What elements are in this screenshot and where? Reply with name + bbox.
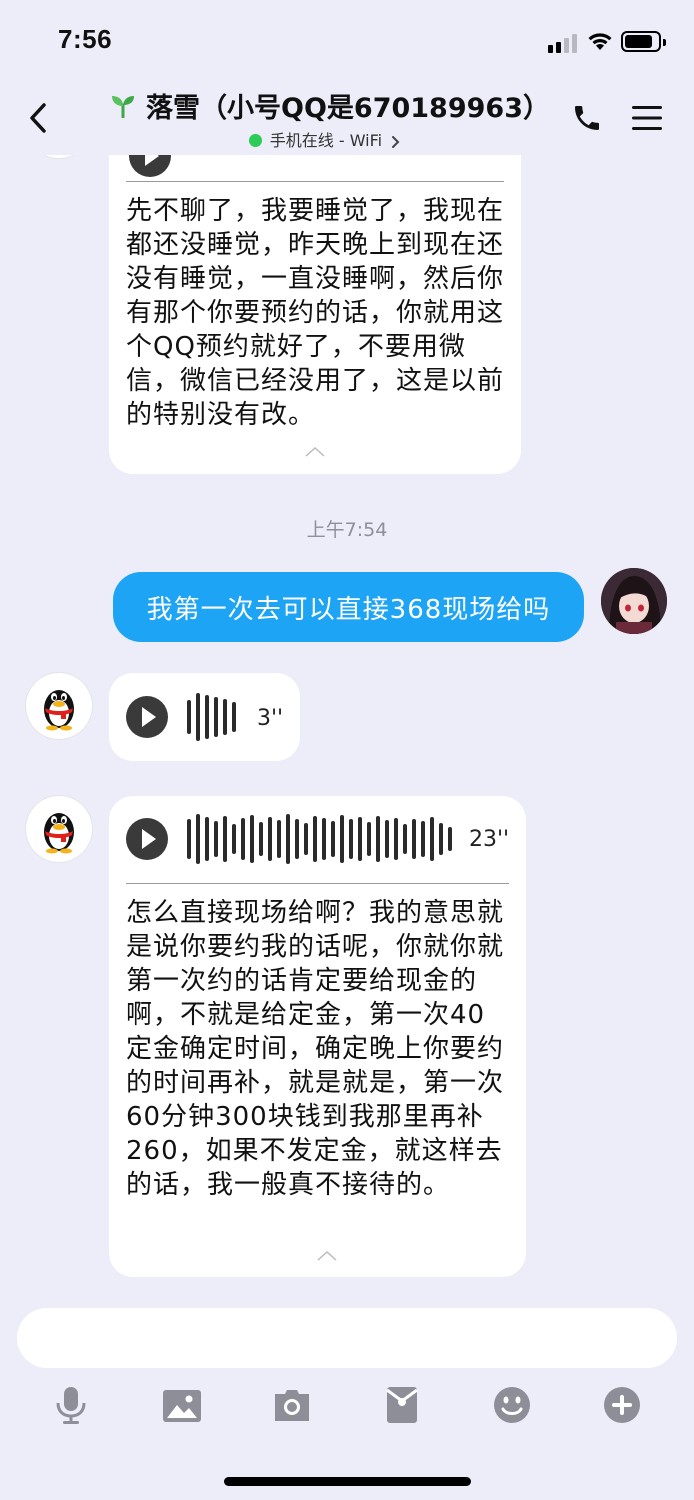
message-input[interactable] [17, 1308, 677, 1368]
chat-header: 落雪（小号QQ是670189963） 手机在线 - WiFi [0, 80, 694, 155]
voice-waveform [187, 693, 241, 741]
wifi-icon [586, 30, 614, 56]
message-timestamp: 上午7:54 [306, 519, 388, 541]
outgoing-message-bubble[interactable]: 我第一次去可以直接368现场给吗 [113, 572, 584, 642]
transcript-divider [126, 883, 509, 884]
microphone-icon[interactable] [52, 1385, 92, 1425]
contact-avatar[interactable] [26, 796, 92, 862]
contact-avatar[interactable] [26, 673, 92, 739]
sprout-icon [110, 94, 136, 125]
transcript-divider [126, 181, 504, 182]
signal-icon [548, 33, 578, 53]
voice-transcript: 先不聊了，我要睡觉了，我现在都还没睡觉，昨天晚上到现在还没有睡觉，一直没睡啊，然… [126, 196, 505, 430]
collapse-chevron-icon[interactable] [316, 1250, 338, 1262]
voice-message-bubble[interactable]: 3'' [109, 673, 300, 761]
play-icon[interactable] [126, 696, 168, 738]
menu-icon [632, 106, 662, 130]
battery-icon [621, 31, 666, 52]
qq-penguin-icon [44, 690, 74, 731]
collapse-chevron-icon[interactable] [304, 446, 326, 458]
back-button[interactable] [24, 100, 54, 136]
contact-name: 落雪（小号QQ是670189963） [146, 93, 550, 124]
outgoing-message-text: 我第一次去可以直接368现场给吗 [146, 594, 551, 625]
home-indicator[interactable] [224, 1477, 471, 1486]
phone-call-button[interactable] [571, 102, 603, 138]
play-icon[interactable] [126, 818, 168, 860]
plus-icon[interactable] [602, 1385, 642, 1425]
voice-waveform [187, 814, 457, 864]
voice-transcript: 怎么直接现场给啊？我的意思就是说你要约我的话呢，你就你就第一次约的话肯定要给现金… [126, 898, 505, 1200]
voice-duration: 3'' [257, 706, 284, 731]
voice-message-bubble[interactable]: 23'' 怎么直接现场给啊？我的意思就是说你要约我的话呢，你就你就第一次约的话肯… [109, 796, 526, 1277]
online-status-text: 手机在线 - WiFi [269, 131, 383, 150]
status-bar: 7:56 [0, 0, 694, 80]
chat-title-area[interactable]: 落雪（小号QQ是670189963） 手机在线 - WiFi [110, 86, 550, 151]
chevron-left-icon [30, 103, 46, 133]
camera-icon[interactable] [272, 1385, 312, 1425]
input-area [0, 1292, 694, 1500]
user-avatar[interactable] [601, 568, 667, 634]
online-status[interactable]: 手机在线 - WiFi [110, 127, 540, 151]
red-packet-icon[interactable] [382, 1385, 422, 1425]
qq-penguin-icon [44, 813, 74, 854]
emoji-icon[interactable] [492, 1385, 532, 1425]
status-time: 7:56 [58, 24, 113, 54]
voice-duration: 23'' [469, 827, 510, 852]
phone-icon [575, 106, 599, 130]
chevron-right-icon [392, 135, 400, 148]
online-dot-icon [248, 134, 262, 147]
voice-message-bubble[interactable]: 先不聊了，我要睡觉了，我现在都还没睡觉，昨天晚上到现在还没有睡觉，一直没睡啊，然… [109, 110, 521, 474]
image-icon[interactable] [162, 1385, 202, 1425]
menu-button[interactable] [631, 104, 663, 136]
